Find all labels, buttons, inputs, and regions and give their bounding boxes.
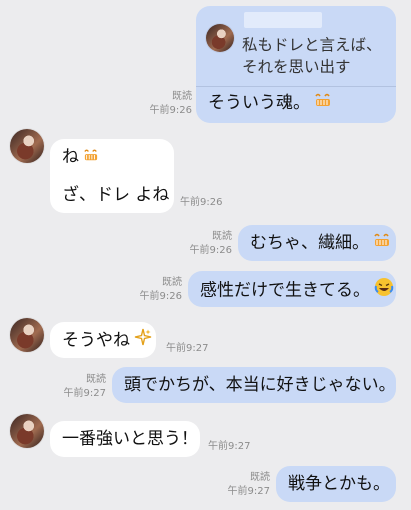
quoted-text-line-2: それを思い出す xyxy=(242,58,351,76)
timestamp: 午前9:26 xyxy=(189,245,232,256)
timestamp: 午前9:27 xyxy=(63,388,106,399)
quoted-sender-name-redacted xyxy=(244,12,322,28)
incoming-message-bubble[interactable]: ね ざ、ドレ よね xyxy=(50,139,174,213)
quoted-text: 私もドレと言えば、 それを思い出す xyxy=(242,34,382,78)
grin-emoji-icon xyxy=(83,145,99,169)
reply-divider xyxy=(196,86,396,87)
incoming-line-1: ね xyxy=(62,145,162,169)
read-receipt: 既読 xyxy=(250,472,270,483)
reply-meta: 既読 午前9:26 xyxy=(140,90,192,118)
sparkles-emoji-icon xyxy=(134,328,152,353)
sender-avatar[interactable] xyxy=(10,414,44,448)
outgoing-message-bubble[interactable]: 頭でかちが、本当に好きじゃない。 xyxy=(112,367,396,403)
sender-avatar[interactable] xyxy=(10,318,44,352)
reply-message-text: そういう魂。 xyxy=(208,91,332,115)
message-meta: 既読 午前9:27 xyxy=(218,471,270,499)
message-meta: 既読 午前9:26 xyxy=(130,276,182,304)
outgoing-message-bubble[interactable]: 感性だけで生きてる。 xyxy=(188,271,396,307)
timestamp: 午前9:26 xyxy=(149,105,192,116)
read-receipt: 既読 xyxy=(86,374,106,385)
read-receipt: 既読 xyxy=(172,91,192,102)
timestamp: 午前9:27 xyxy=(208,441,251,452)
incoming-line-2: ざ、ドレ よね xyxy=(62,185,170,205)
incoming-message-bubble[interactable]: 一番強いと思う！ xyxy=(50,421,200,457)
outgoing-message-bubble[interactable]: むちゃ、繊細。 xyxy=(238,225,396,261)
grin-emoji-icon xyxy=(314,91,332,115)
timestamp: 午前9:26 xyxy=(139,291,182,302)
read-receipt: 既読 xyxy=(162,277,182,288)
timestamp: 午前9:27 xyxy=(166,343,209,354)
grin-emoji-icon xyxy=(373,231,391,255)
message-meta: 既読 午前9:27 xyxy=(54,373,106,401)
quoted-sender-avatar xyxy=(206,24,234,52)
sender-avatar[interactable] xyxy=(10,129,44,163)
message-meta: 既読 午前9:26 xyxy=(180,230,232,258)
timestamp: 午前9:26 xyxy=(180,197,223,208)
incoming-message-bubble[interactable]: そうやね xyxy=(50,322,156,358)
quoted-text-line-1: 私もドレと言えば、 xyxy=(242,36,382,54)
timestamp: 午前9:27 xyxy=(227,486,270,497)
read-receipt: 既読 xyxy=(212,231,232,242)
laughing-tears-emoji-icon xyxy=(374,277,394,304)
outgoing-message-bubble[interactable]: 戦争とかも。 xyxy=(276,466,396,502)
